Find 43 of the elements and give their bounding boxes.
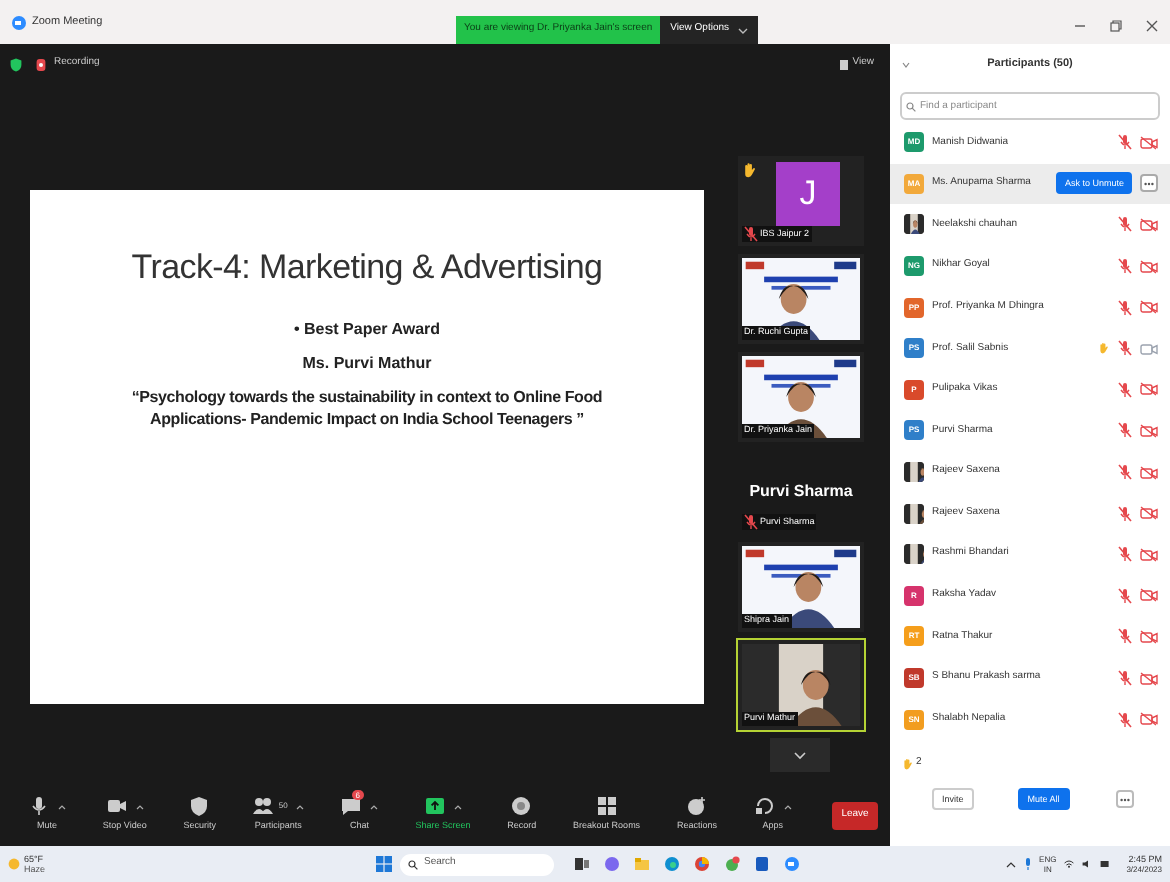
speaker-icon[interactable] [1082, 860, 1093, 868]
apps-icon [753, 796, 776, 817]
share-screen-icon [423, 796, 446, 817]
wifi-icon[interactable] [1064, 860, 1075, 868]
close-icon[interactable] [1146, 20, 1158, 32]
caret-icon[interactable] [295, 803, 304, 810]
caret-icon[interactable] [135, 803, 144, 810]
slide-bullet: • Best Paper Award [293, 317, 441, 341]
chevron-down-icon[interactable] [902, 62, 910, 68]
chevron-down-icon [794, 751, 806, 759]
more-icon [1119, 797, 1130, 802]
avatar: J [776, 162, 840, 226]
sun-icon [8, 858, 20, 870]
more-button[interactable] [1140, 174, 1158, 193]
more-icon [1144, 181, 1154, 186]
search-icon [906, 101, 916, 111]
caret-icon[interactable] [58, 803, 66, 810]
chevron-up-icon[interactable] [1005, 861, 1016, 867]
shield-icon [188, 796, 211, 817]
zoom-app-icon [12, 15, 26, 29]
raised-hand-icon [902, 757, 914, 770]
more-button[interactable] [1115, 790, 1134, 809]
restore-icon[interactable] [1110, 20, 1122, 32]
shield-icon[interactable] [10, 57, 22, 71]
people-icon [252, 796, 275, 817]
video-camera-icon [105, 796, 128, 817]
slide-text: “Psychology towards the sustainability in context to Online Food Applications- Pandemic Impact on India School Teenagers ” [129, 385, 605, 429]
caret-icon[interactable] [370, 803, 379, 810]
start-icon[interactable] [376, 856, 392, 872]
record-icon [510, 796, 533, 817]
minimize-icon[interactable] [1074, 20, 1086, 32]
caret-icon [737, 27, 748, 33]
task-view-icon[interactable] [574, 856, 590, 872]
participant-name: Purvi Sharma [749, 480, 853, 504]
video-call-icon[interactable] [784, 856, 800, 872]
chat-bubble-icon [340, 796, 363, 817]
search-icon [408, 859, 418, 869]
battery-icon[interactable] [1100, 860, 1111, 868]
caret-icon[interactable] [783, 803, 792, 810]
slide-title: Track-4: Marketing & Advertising [131, 246, 603, 290]
recording-icon [36, 57, 46, 71]
caret-icon[interactable] [453, 803, 462, 810]
slide-text: Ms. Purvi Mathur [302, 351, 432, 375]
